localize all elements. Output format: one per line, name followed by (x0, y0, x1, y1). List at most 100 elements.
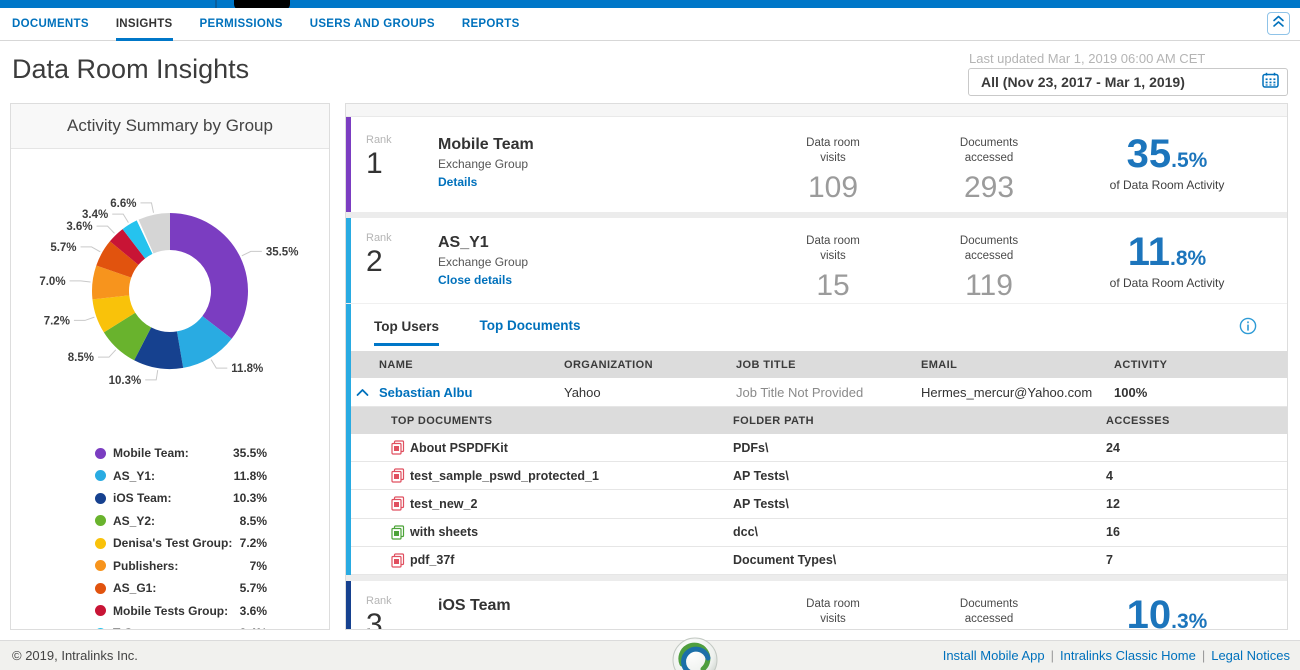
legend-label: Denisa's Test Group: (113, 536, 240, 550)
legend-value: 11.8% (234, 469, 267, 483)
document-name-link[interactable]: with sheets (410, 525, 478, 539)
collapse-row-chevron-icon[interactable] (356, 388, 369, 397)
col-header-name: NAME (379, 359, 564, 371)
rank-card-as-y1: Rank 2 AS_Y1 Exchange Group Close detail… (346, 218, 1287, 575)
date-range-select[interactable]: All (Nov 23, 2017 - Mar 1, 2019) (968, 68, 1288, 96)
users-table-header: NAME ORGANIZATION JOB TITLE EMAIL ACTIVI… (346, 351, 1287, 378)
rank-card-ios-team: Rank 3 iOS Team Data room visits Documen… (346, 581, 1287, 630)
svg-text:6.6%: 6.6% (110, 198, 136, 210)
svg-text:3.6%: 3.6% (66, 221, 92, 233)
document-name-link[interactable]: pdf_37f (410, 553, 454, 567)
document-accesses: 4 (1106, 469, 1287, 483)
user-organization: Yahoo (564, 385, 736, 400)
legend-label: iOS Team: (113, 491, 233, 505)
legend-item: Mobile Tests Group:3.6% (95, 600, 267, 623)
activity-summary-title: Activity Summary by Group (11, 104, 329, 149)
document-row: with sheets dcc\ 16 (346, 519, 1287, 547)
visits-value: 109 (768, 171, 898, 205)
close-details-link[interactable]: Close details (438, 273, 512, 287)
accessed-label: Documents accessed (948, 234, 1030, 264)
legend-swatch (95, 493, 106, 504)
legend-label: AS_Y2: (113, 514, 240, 528)
legend-label: Mobile Tests Group: (113, 604, 240, 618)
info-icon[interactable] (1239, 317, 1257, 340)
legend-item: T Group:3.4% (95, 622, 267, 630)
rank-accent-bar (346, 117, 351, 212)
data-room-insights-page: DOCUMENTS INSIGHTS PERMISSIONS USERS AND… (0, 0, 1300, 670)
tab-top-documents[interactable]: Top Documents (479, 318, 580, 333)
nav-tab-insights[interactable]: INSIGHTS (116, 8, 173, 40)
legend-value: 7% (250, 559, 267, 573)
group-rank-list-panel: Rank 1 Mobile Team Exchange Group Detail… (345, 103, 1288, 630)
legend-value: 7.2% (240, 536, 267, 550)
legend-value: 5.7% (240, 581, 267, 595)
document-name-link[interactable]: test_sample_pswd_protected_1 (410, 469, 599, 483)
footer: © 2019, Intralinks Inc. Install Mobile A… (0, 640, 1300, 670)
nav-tab-permissions[interactable]: PERMISSIONS (200, 8, 283, 40)
legend-swatch (95, 448, 106, 459)
legend-value: 3.4% (240, 626, 267, 630)
legend-swatch (95, 538, 106, 549)
install-mobile-app-link[interactable]: Install Mobile App (943, 648, 1045, 663)
page-title: Data Room Insights (12, 54, 249, 85)
col-header-top-documents: TOP DOCUMENTS (391, 415, 733, 427)
accessed-value: 293 (924, 171, 1054, 205)
document-name-link[interactable]: test_new_2 (410, 497, 477, 511)
user-activity: 100% (1114, 385, 1287, 400)
svg-text:5.7%: 5.7% (50, 242, 76, 254)
activity-percent: 35.5% (1072, 134, 1262, 174)
visits-label: Data room visits (792, 597, 874, 627)
legend-item: AS_G1:5.7% (95, 577, 267, 600)
rank-number: 2 (366, 244, 438, 280)
rank-label: Rank (366, 232, 438, 244)
document-row: About PSPDFKit PDFs\ 24 (346, 434, 1287, 462)
double-chevron-up-icon (1272, 14, 1285, 33)
topbar-divider (215, 0, 217, 8)
details-link[interactable]: Details (438, 175, 477, 189)
activity-donut-chart[interactable]: 35.5%11.8%10.3%8.5%7.2%7.0%5.7%3.6%3.4%6… (11, 149, 329, 436)
rank-accent-bar (346, 581, 351, 630)
pdf-file-icon (391, 440, 405, 455)
legend-label: AS_G1: (113, 581, 240, 595)
nav-tab-documents[interactable]: DOCUMENTS (12, 8, 89, 40)
panel-top-strip (346, 104, 1287, 117)
user-job-title: Job Title Not Provided (736, 385, 921, 400)
activity-summary-panel: Activity Summary by Group 35.5%11.8%10.3… (10, 103, 330, 630)
rank-number: 1 (366, 146, 438, 182)
copyright-text: © 2019, Intralinks Inc. (12, 641, 138, 670)
legend-label: Publishers: (113, 559, 250, 573)
intralinks-classic-home-link[interactable]: Intralinks Classic Home (1060, 648, 1196, 663)
accessed-label: Documents accessed (948, 597, 1030, 627)
link-separator: | (1196, 648, 1211, 663)
legend-swatch (95, 583, 106, 594)
document-folder-path: PDFs\ (733, 441, 1106, 455)
nav-tabs: DOCUMENTS INSIGHTS PERMISSIONS USERS AND… (0, 8, 1300, 40)
rank-number: 3 (366, 607, 438, 630)
rank-accent-bar (346, 218, 351, 575)
user-name-link[interactable]: Sebastian Albu (379, 385, 564, 400)
legend-item: Denisa's Test Group:7.2% (95, 532, 267, 555)
group-type: Exchange Group (438, 157, 768, 171)
svg-text:7.0%: 7.0% (39, 276, 65, 288)
tab-top-users[interactable]: Top Users (374, 319, 439, 346)
legend-label: T Group: (113, 626, 240, 630)
pdf-file-icon (391, 553, 405, 568)
col-header-activity: ACTIVITY (1114, 359, 1287, 371)
legend-item: AS_Y2:8.5% (95, 510, 267, 533)
nav-tab-users-and-groups[interactable]: USERS AND GROUPS (310, 8, 435, 40)
legend-swatch (95, 470, 106, 481)
svg-text:7.2%: 7.2% (44, 315, 70, 327)
legend-swatch (95, 605, 106, 616)
nav-tab-reports[interactable]: REPORTS (462, 8, 520, 40)
legend-item: Mobile Team:35.5% (95, 442, 267, 465)
calendar-icon[interactable] (1262, 72, 1279, 93)
document-accesses: 7 (1106, 553, 1287, 567)
pdf-file-icon (391, 496, 405, 511)
legend-item: Publishers:7% (95, 555, 267, 578)
rank-label: Rank (366, 134, 438, 146)
legend-swatch (95, 515, 106, 526)
collapse-panel-button[interactable] (1267, 12, 1290, 35)
document-name-link[interactable]: About PSPDFKit (410, 441, 508, 455)
legal-notices-link[interactable]: Legal Notices (1211, 648, 1290, 663)
group-name: iOS Team (438, 597, 768, 615)
